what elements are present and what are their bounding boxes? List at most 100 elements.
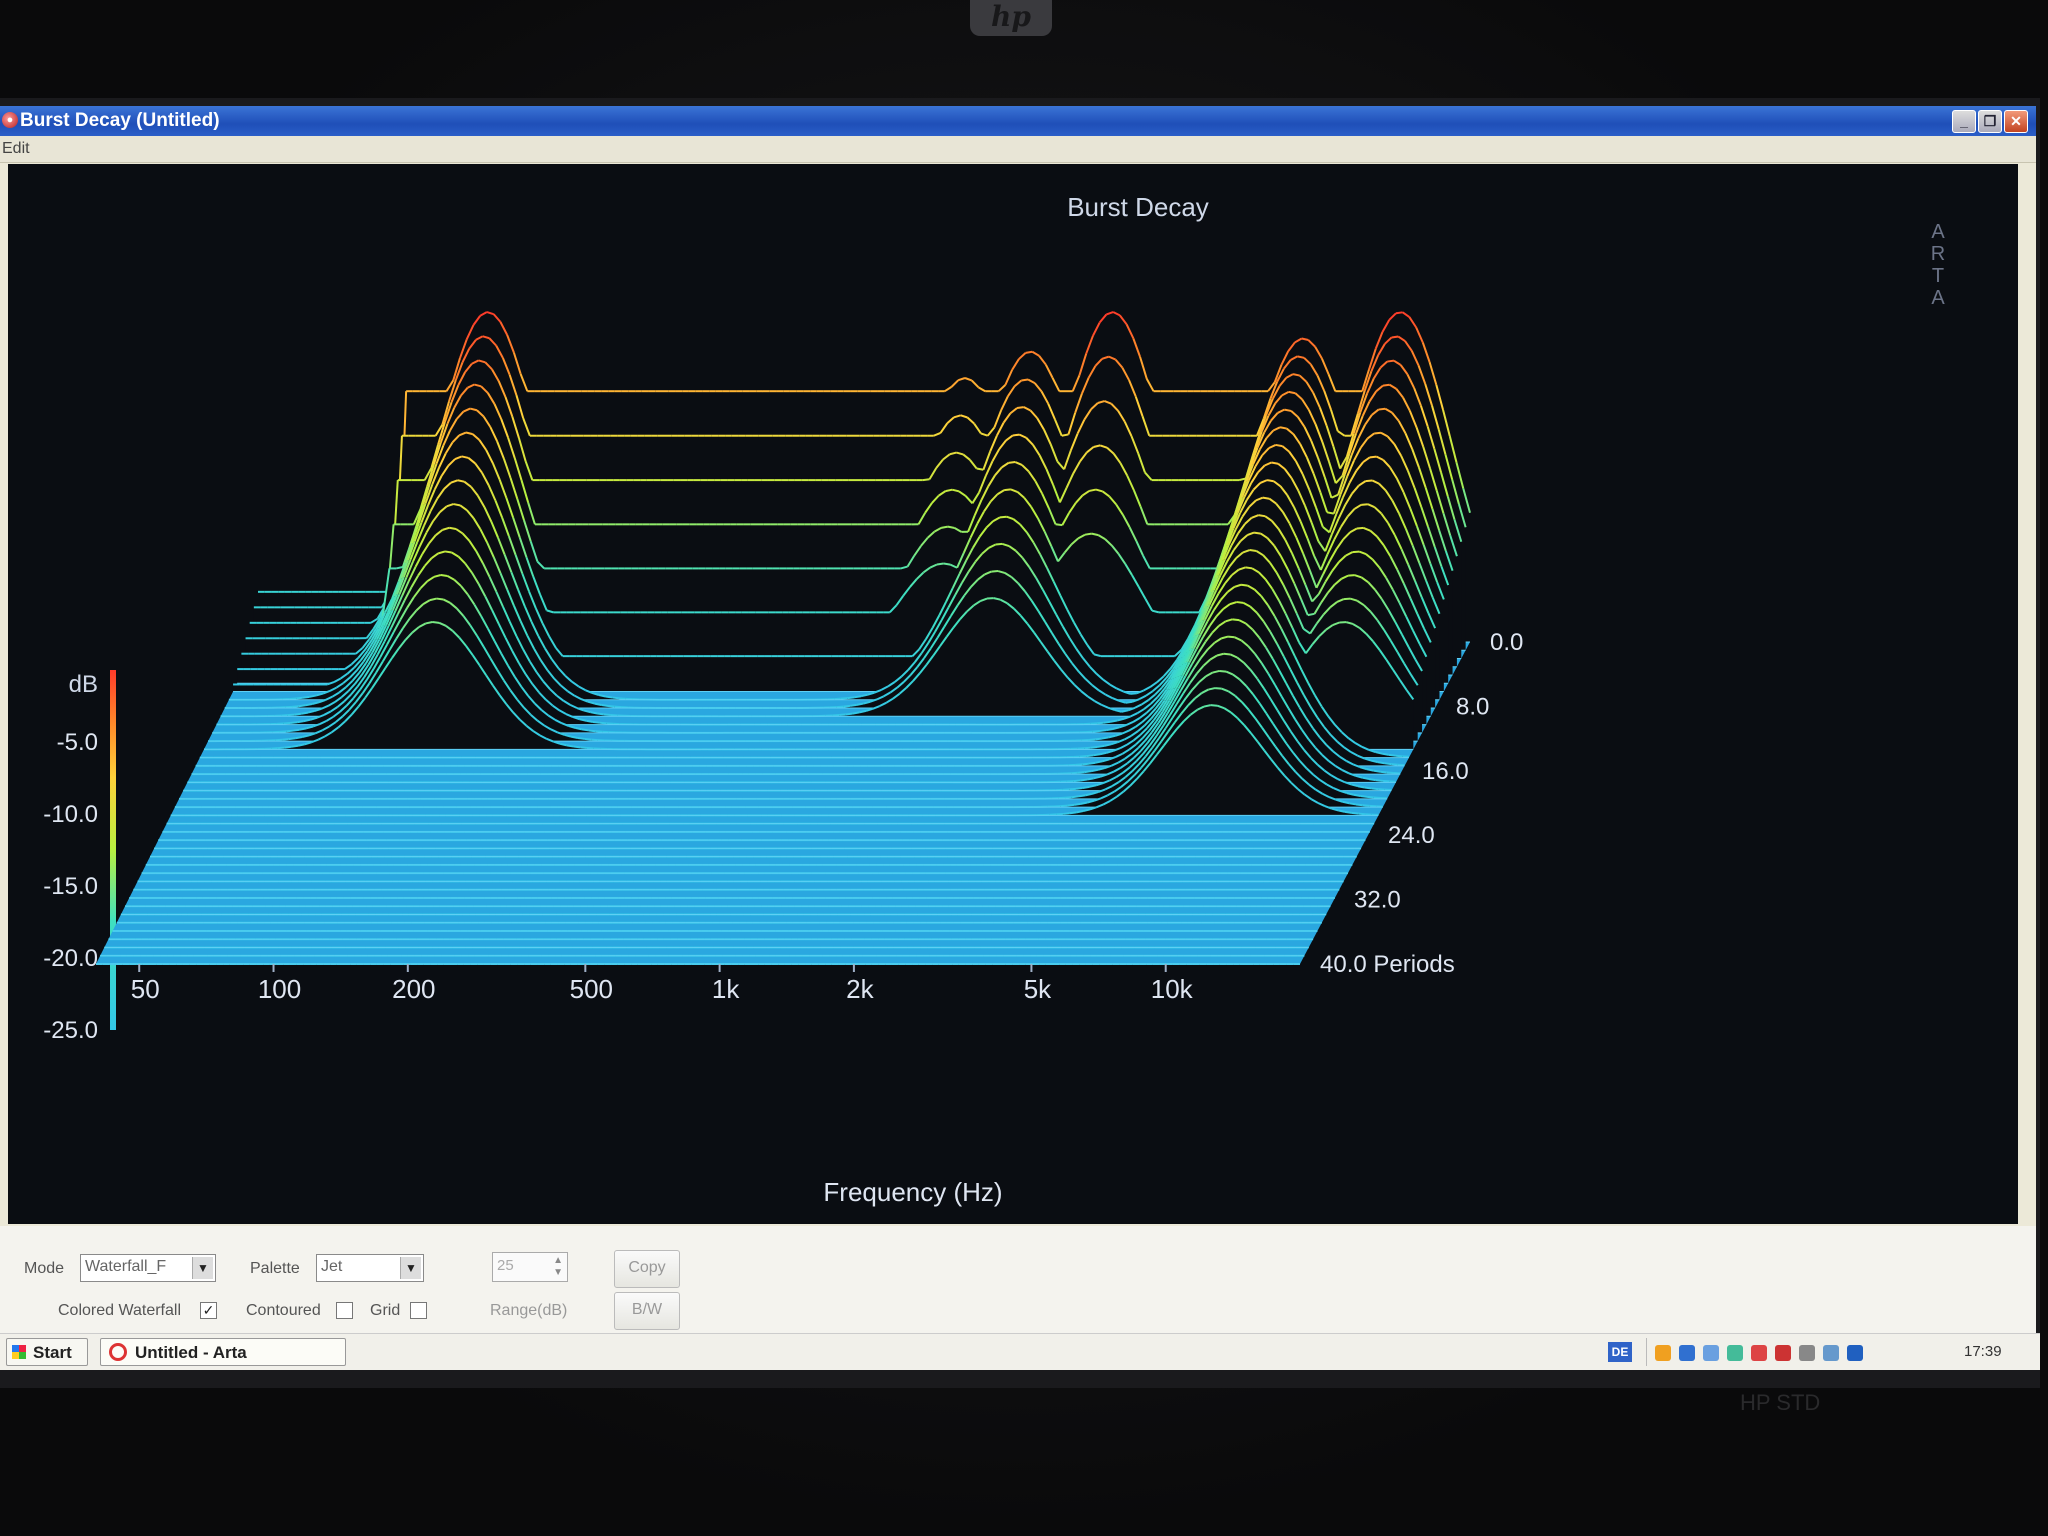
slice-segment xyxy=(1089,488,1097,492)
slice-segment xyxy=(305,703,313,707)
slice-segment xyxy=(1025,350,1033,354)
slice-segment xyxy=(1288,390,1296,395)
slice-segment xyxy=(1093,753,1101,757)
waterfall-chart: Burst Decay ARTA dB -5.0-10.0-15.0-20.0-… xyxy=(43,192,1946,1207)
slice-segment xyxy=(1353,793,1361,797)
slice-segment xyxy=(594,702,602,706)
slice-segment xyxy=(1279,426,1287,430)
slice-segment xyxy=(1214,687,1222,690)
slice-segment xyxy=(1395,311,1403,315)
slice-segment xyxy=(1307,612,1315,617)
watermark-letter: A xyxy=(1931,221,1945,243)
slice-segment xyxy=(309,694,317,698)
slice-segment xyxy=(1080,801,1088,805)
slice-segment xyxy=(281,738,289,741)
slice-segment xyxy=(449,526,457,530)
slice-segment xyxy=(947,525,955,529)
slice-segment xyxy=(1004,488,1012,492)
slice-segment xyxy=(1374,431,1382,435)
slice-segment xyxy=(1362,804,1370,807)
arta-watermark: ARTA xyxy=(1931,221,1946,309)
slice-segment xyxy=(1387,359,1395,363)
slice-segment xyxy=(1219,669,1227,673)
slice-segment xyxy=(603,713,611,717)
slice-segment xyxy=(601,703,609,707)
slice-segment xyxy=(1223,652,1231,656)
slice-segment xyxy=(1110,719,1118,723)
slice-segment xyxy=(296,696,304,700)
slice-segment xyxy=(395,565,404,570)
slice-segment xyxy=(1373,769,1381,773)
slice-segment xyxy=(922,478,930,482)
slice-segment xyxy=(595,730,603,733)
slice-segment xyxy=(1101,736,1109,740)
chart-title: Burst Decay xyxy=(1067,192,1209,222)
slice-segment xyxy=(605,695,613,699)
slice-segment xyxy=(294,712,302,716)
close-button[interactable]: ✕ xyxy=(2004,110,2028,133)
slice-segment xyxy=(585,719,594,723)
slice-segment xyxy=(577,736,585,740)
slice-segment xyxy=(1086,754,1094,758)
slice-segment xyxy=(588,729,596,733)
slice-segment xyxy=(839,713,846,717)
slice-segment xyxy=(301,711,309,715)
slice-segment xyxy=(288,737,296,741)
db-tick-label: -10.0 xyxy=(43,801,98,828)
slice-segment xyxy=(1203,704,1211,708)
slice-segment xyxy=(1084,770,1092,774)
slice-segment xyxy=(580,746,588,750)
slice-segment xyxy=(1355,803,1363,807)
slice-segment xyxy=(1071,795,1079,799)
slice-segment xyxy=(1103,720,1111,724)
slice-segment xyxy=(1021,378,1029,382)
slice-segment xyxy=(1086,777,1094,781)
slice-segment xyxy=(295,736,303,740)
slice-segment xyxy=(1061,433,1069,437)
slice-segment xyxy=(1069,811,1077,815)
menu-item-edit[interactable]: Edit xyxy=(2,140,30,158)
slice-segment xyxy=(1084,746,1091,750)
slice-segment xyxy=(1377,761,1385,765)
burst-decay-plot: Burst Decay ARTA dB -5.0 -10.0 -15.0 -20.0-… xyxy=(8,164,2018,1224)
slice-segment xyxy=(1082,762,1090,766)
slice-segment xyxy=(1375,779,1383,782)
slice-segment xyxy=(290,721,298,724)
slice-segment xyxy=(1371,787,1379,791)
slice-segment xyxy=(457,479,465,483)
slice-segment xyxy=(1082,785,1090,789)
slice-segment xyxy=(584,737,592,741)
slice-segment xyxy=(1236,601,1244,604)
title-bar[interactable]: ● Burst Decay (Untitled) _ ❐ ✕ xyxy=(0,106,2036,136)
slice-segment xyxy=(1284,408,1292,412)
watermark-letter: R xyxy=(1931,243,1945,265)
slice-segment xyxy=(1378,407,1386,411)
slice-segment xyxy=(618,697,626,700)
slice-segment xyxy=(847,696,855,700)
slice-segment xyxy=(976,467,984,471)
restore-button[interactable]: ❐ xyxy=(1978,110,2002,133)
app-window: ● Burst Decay (Untitled) _ ❐ ✕ Edit Burs… xyxy=(0,106,2036,1333)
slice-segment xyxy=(1012,433,1020,437)
slice-segment xyxy=(1379,770,1387,774)
slice-segment xyxy=(590,711,598,715)
screen: ● Burst Decay (Untitled) _ ❐ ✕ Edit Burs… xyxy=(0,98,2040,1388)
slice-segment xyxy=(1095,737,1102,741)
slice-segment xyxy=(1356,526,1364,530)
slice-segment xyxy=(440,574,448,578)
slice-segment xyxy=(1227,635,1235,639)
slice-segment xyxy=(843,704,851,708)
slice-segment xyxy=(302,695,310,699)
slice-segment xyxy=(1382,779,1390,783)
slice-segment xyxy=(1099,751,1107,756)
slice-segment xyxy=(1337,809,1346,813)
slice-segment xyxy=(286,729,294,733)
minimize-button[interactable]: _ xyxy=(1952,110,1976,133)
slice-segment xyxy=(1016,406,1024,410)
slice-segment xyxy=(943,562,951,566)
slice-segment xyxy=(849,703,857,707)
db-axis: dB xyxy=(69,670,116,1030)
db-tick-labels: -5.0 -10.0 -15.0 -20.0 -25.0 xyxy=(43,729,98,1044)
slice-segment xyxy=(298,704,306,708)
slice-segment xyxy=(1097,744,1105,748)
